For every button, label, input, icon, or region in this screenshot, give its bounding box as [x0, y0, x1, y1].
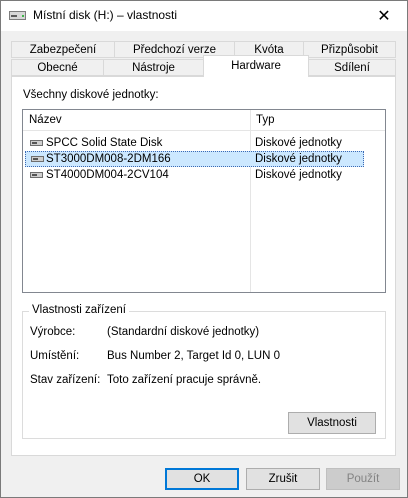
- disk-drive-icon: [30, 172, 43, 178]
- tab-customize[interactable]: Přizpůsobit: [303, 41, 396, 58]
- manufacturer-value: (Standardní diskové jednotky): [107, 326, 260, 338]
- close-icon: ✕: [377, 8, 391, 25]
- tab-tools[interactable]: Nástroje: [103, 59, 204, 76]
- drive-row[interactable]: SPCC Solid State Disk Diskové jednotky: [25, 135, 364, 151]
- title-bar: Místní disk (H:) – vlastnosti ✕: [1, 1, 407, 31]
- manufacturer-label: Výrobce:: [30, 326, 76, 338]
- drive-name: ST4000DM004-2CV104: [46, 169, 169, 181]
- drive-type: Diskové jednotky: [255, 153, 342, 165]
- device-status-value: Toto zařízení pracuje správně.: [107, 374, 262, 386]
- drive-type: Diskové jednotky: [255, 137, 342, 149]
- location-value: Bus Number 2, Target Id 0, LUN 0: [107, 350, 281, 362]
- properties-button[interactable]: Vlastnosti: [288, 412, 376, 434]
- drive-type: Diskové jednotky: [255, 169, 342, 181]
- close-button[interactable]: ✕: [361, 1, 407, 31]
- tab-general[interactable]: Obecné: [11, 59, 104, 76]
- device-status-label: Stav zařízení:: [30, 374, 101, 386]
- ok-button[interactable]: OK: [165, 468, 239, 490]
- location-label: Umístění:: [30, 350, 80, 362]
- apply-button[interactable]: Použít: [326, 468, 400, 490]
- column-header-name[interactable]: Název: [29, 114, 62, 126]
- drive-icon: [9, 11, 26, 20]
- drive-row[interactable]: ST4000DM004-2CV104 Diskové jednotky: [25, 167, 364, 183]
- tab-hardware[interactable]: Hardware: [203, 55, 309, 77]
- device-properties-title: Vlastnosti zařízení: [29, 304, 129, 316]
- drives-list[interactable]: Název Typ SPCC Solid State Disk Diskové …: [22, 109, 386, 293]
- window-title: Místní disk (H:) – vlastnosti: [33, 8, 178, 22]
- all-drives-label: Všechny diskové jednotky:: [23, 89, 159, 101]
- disk-drive-icon: [31, 156, 44, 162]
- drive-name: ST3000DM008-2DM166: [46, 153, 171, 165]
- cancel-button[interactable]: Zrušit: [246, 468, 320, 490]
- list-header: Název Typ: [23, 110, 385, 131]
- tab-security[interactable]: Zabezpečení: [11, 41, 115, 58]
- tab-sharing[interactable]: Sdílení: [308, 59, 396, 76]
- column-header-type[interactable]: Typ: [256, 114, 275, 126]
- drive-name: SPCC Solid State Disk: [46, 137, 163, 149]
- drive-row-selected[interactable]: ST3000DM008-2DM166 Diskové jednotky: [25, 151, 364, 167]
- properties-dialog: Místní disk (H:) – vlastnosti ✕ Zabezpeč…: [0, 0, 408, 498]
- disk-drive-icon: [30, 140, 43, 146]
